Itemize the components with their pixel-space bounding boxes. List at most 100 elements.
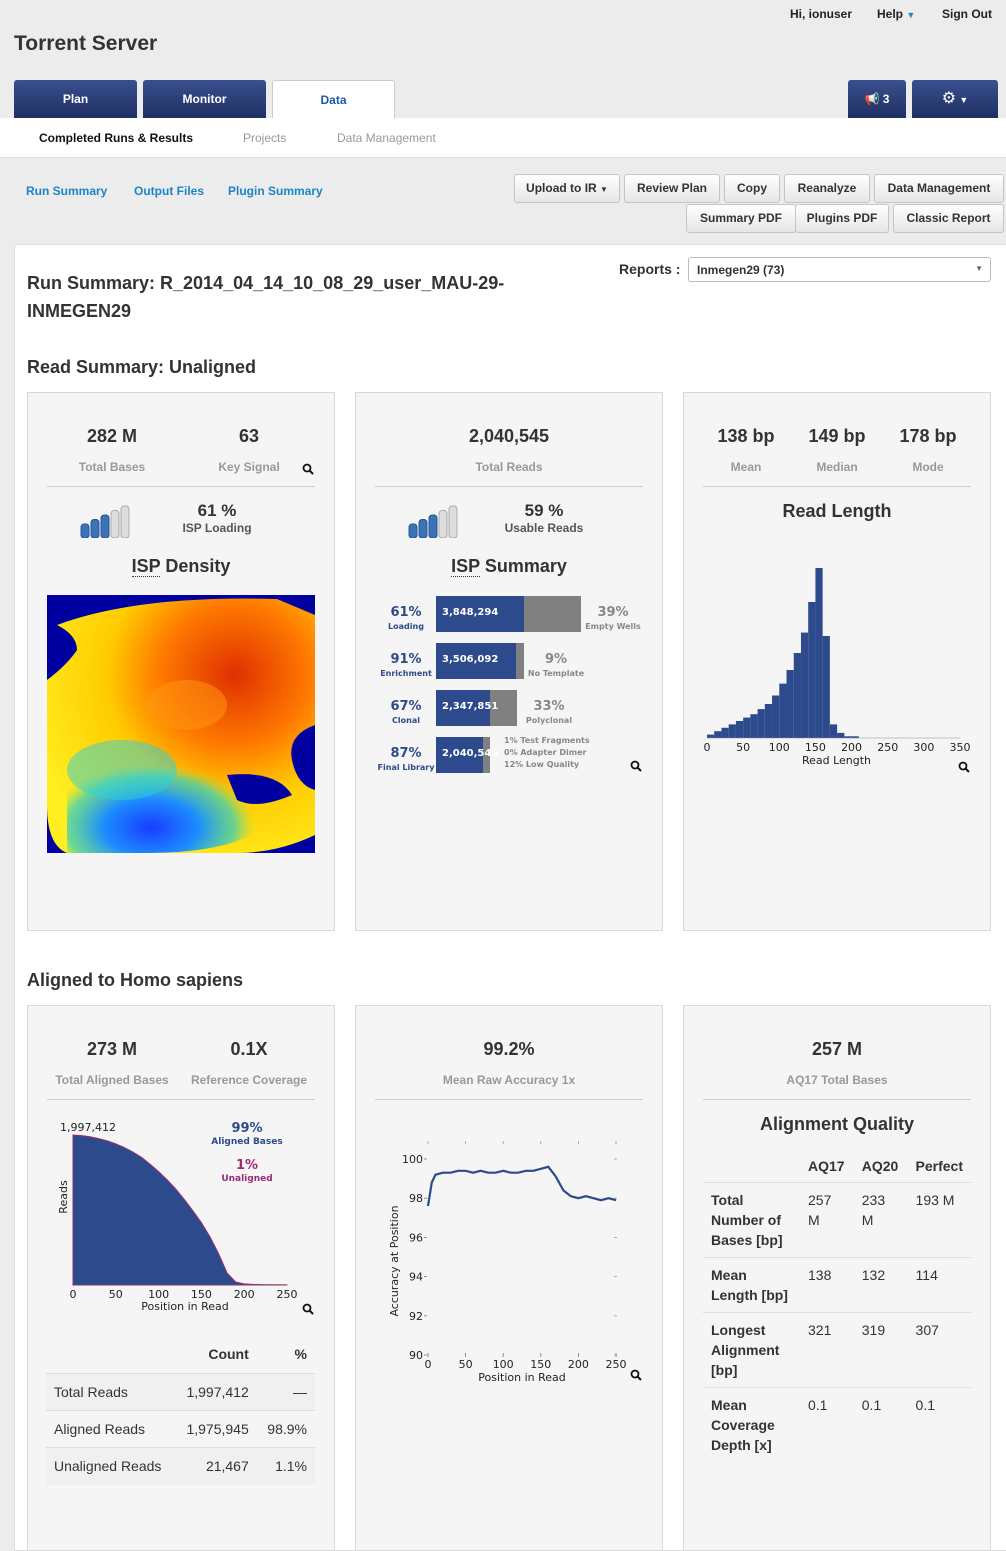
zoom-icon[interactable] bbox=[630, 1369, 642, 1381]
table-cell: 0.1 bbox=[800, 1387, 854, 1462]
table-header: AQ20 bbox=[861, 1158, 899, 1174]
x-tick-label: 50 bbox=[459, 1358, 473, 1371]
read-length-title: Read Length bbox=[782, 501, 892, 521]
data-management-button[interactable]: Data Management bbox=[874, 174, 1004, 203]
copy-button[interactable]: Copy bbox=[724, 174, 780, 203]
zoom-icon[interactable] bbox=[630, 760, 642, 772]
settings-menu-button[interactable]: ⚙ ▼ bbox=[912, 80, 998, 118]
isp-abbr: ISP bbox=[131, 556, 161, 577]
brand-title[interactable]: Torrent Server bbox=[14, 32, 157, 56]
density-title-text: Density bbox=[160, 556, 231, 576]
table-row: Mean Coverage Depth [x] 0.1 0.1 0.1 bbox=[703, 1387, 971, 1462]
table-cell: 1.1% bbox=[256, 1447, 315, 1485]
table-row: Unaligned Reads 21,467 1.1% bbox=[46, 1447, 315, 1485]
read-summary-title: Read Summary: Unaligned bbox=[27, 357, 257, 377]
upload-to-ir-button[interactable]: Upload to IR ▼ bbox=[514, 174, 620, 203]
isp-row-label: Final Library bbox=[377, 763, 435, 772]
summary-pdf-button[interactable]: Summary PDF bbox=[686, 204, 796, 233]
histogram-bar bbox=[800, 632, 809, 738]
table-cell: 114 bbox=[907, 1257, 971, 1313]
total-reads-value: 2,040,545 bbox=[468, 426, 550, 446]
aq17-total-bases-label: AQ17 Total Bases bbox=[786, 1073, 888, 1087]
read-length-histogram[interactable]: 0 50 100 150 200 250 300 350 Read Length bbox=[695, 560, 975, 770]
divider bbox=[375, 486, 643, 487]
subnav-completed-runs[interactable]: Completed Runs & Results bbox=[39, 131, 193, 145]
total-bases-value: 282 M bbox=[86, 426, 138, 446]
x-axis-label: Position in Read bbox=[478, 1371, 566, 1384]
caret-down-icon: ▼ bbox=[906, 10, 916, 20]
histogram-bar bbox=[735, 721, 744, 738]
x-tick-label: 150 bbox=[530, 1358, 551, 1371]
subnav-projects[interactable]: Projects bbox=[243, 131, 286, 145]
meter-bar bbox=[120, 505, 130, 538]
max-reads-label: 1,997,412 bbox=[60, 1121, 116, 1134]
run-summary-link[interactable]: Run Summary bbox=[26, 184, 107, 198]
isp-row-remainder-label: No Template bbox=[527, 669, 585, 678]
meter-bar bbox=[90, 519, 100, 538]
table-row: Total Number of Bases [bp] 257 M 233 M 193 … bbox=[703, 1182, 971, 1258]
total-bases-label: Total Bases bbox=[78, 460, 146, 474]
table-row: Mean Length [bp] 138 132 114 bbox=[703, 1257, 971, 1313]
caret-down-icon: ▼ bbox=[959, 95, 969, 105]
classic-report-button[interactable]: Classic Report bbox=[893, 204, 1004, 233]
table-cell: 321 bbox=[800, 1312, 854, 1388]
histogram-bar bbox=[721, 727, 729, 738]
meter-bar bbox=[418, 519, 428, 538]
zoom-icon[interactable] bbox=[302, 463, 314, 475]
plugin-summary-link[interactable]: Plugin Summary bbox=[228, 184, 323, 198]
user-greeting[interactable]: Hi, ionuser bbox=[790, 7, 852, 21]
plugins-pdf-button[interactable]: Plugins PDF bbox=[795, 204, 889, 233]
output-files-link[interactable]: Output Files bbox=[134, 184, 204, 198]
tab-data[interactable]: Data bbox=[272, 80, 395, 118]
x-tick-label: 0 bbox=[425, 1358, 432, 1371]
reports-select[interactable]: Inmegen29 (73) ▼ bbox=[688, 257, 991, 282]
tab-plan[interactable]: Plan bbox=[14, 80, 137, 118]
zoom-icon[interactable] bbox=[958, 761, 970, 773]
reference-coverage-value: 0.1X bbox=[230, 1039, 268, 1059]
isp-bar-count: 3,848,294 bbox=[442, 607, 499, 618]
table-header: % bbox=[294, 1346, 307, 1362]
alignment-quality-table: AQ17 AQ20 Perfect Total Number of Bases [b… bbox=[703, 1150, 971, 1462]
divider bbox=[47, 1099, 315, 1100]
help-menu[interactable]: Help ▼ bbox=[877, 7, 915, 21]
isp-summary-title: ISP Summary bbox=[375, 556, 643, 577]
meter-bar bbox=[110, 510, 120, 538]
isp-summary-chart[interactable]: 61% Loading 3,848,294 39% Empty Wells 91% Enri… bbox=[375, 592, 643, 777]
caret-down-icon: ▼ bbox=[600, 185, 608, 194]
aligned-section-title: Aligned to Homo sapiens bbox=[27, 970, 244, 990]
x-axis-label: Position in Read bbox=[141, 1300, 229, 1313]
run-summary-title: Run Summary: R_2014_04_14_10_08_29_user_… bbox=[27, 273, 505, 321]
mean-raw-accuracy-value: 99.2% bbox=[483, 1039, 535, 1059]
sign-out-link[interactable]: Sign Out bbox=[942, 7, 992, 21]
zoom-icon[interactable] bbox=[302, 1303, 314, 1315]
histogram-bar bbox=[764, 704, 773, 738]
subnav-data-management[interactable]: Data Management bbox=[337, 131, 436, 145]
reanalyze-button[interactable]: Reanalyze bbox=[784, 174, 870, 203]
table-cell: 0.1 bbox=[853, 1387, 908, 1462]
table-header bbox=[703, 1150, 800, 1183]
isp-density-title: ISP Density bbox=[47, 556, 315, 577]
divider bbox=[703, 486, 971, 487]
notifications-button[interactable]: 📢 3 bbox=[848, 80, 906, 118]
table-cell: Mean Coverage Depth [x] bbox=[703, 1387, 800, 1462]
isp-loading-meter-icon bbox=[80, 505, 130, 538]
isp-row-breakdown-label: 0% Adapter Dimer bbox=[504, 748, 587, 757]
x-tick-label: 50 bbox=[736, 741, 750, 754]
alignment-quality-title: Alignment Quality bbox=[759, 1114, 914, 1134]
isp-row-pct: 61% bbox=[390, 605, 422, 620]
summary-title-text: Summary bbox=[479, 556, 567, 576]
unaligned-pct-label: Unaligned bbox=[221, 1174, 273, 1184]
review-plan-button[interactable]: Review Plan bbox=[624, 174, 720, 203]
help-label: Help bbox=[877, 7, 904, 21]
x-axis-label: Read Length bbox=[802, 754, 871, 767]
y-tick-label: 96 bbox=[409, 1231, 423, 1244]
isp-row-remainder-label: Polyclonal bbox=[525, 716, 573, 725]
table-cell: Aligned Reads bbox=[46, 1410, 175, 1448]
table-cell: 307 bbox=[907, 1312, 971, 1388]
x-tick-label: 200 bbox=[841, 741, 862, 754]
accuracy-line-chart[interactable]: 90 92 94 96 98 100 0 50 100 150 200 250 Position in … bbox=[380, 1135, 640, 1385]
histogram-bar bbox=[815, 568, 823, 738]
x-tick-label: 0 bbox=[70, 1288, 77, 1301]
tab-monitor[interactable]: Monitor bbox=[143, 80, 266, 118]
isp-density-heatmap[interactable] bbox=[47, 595, 315, 853]
